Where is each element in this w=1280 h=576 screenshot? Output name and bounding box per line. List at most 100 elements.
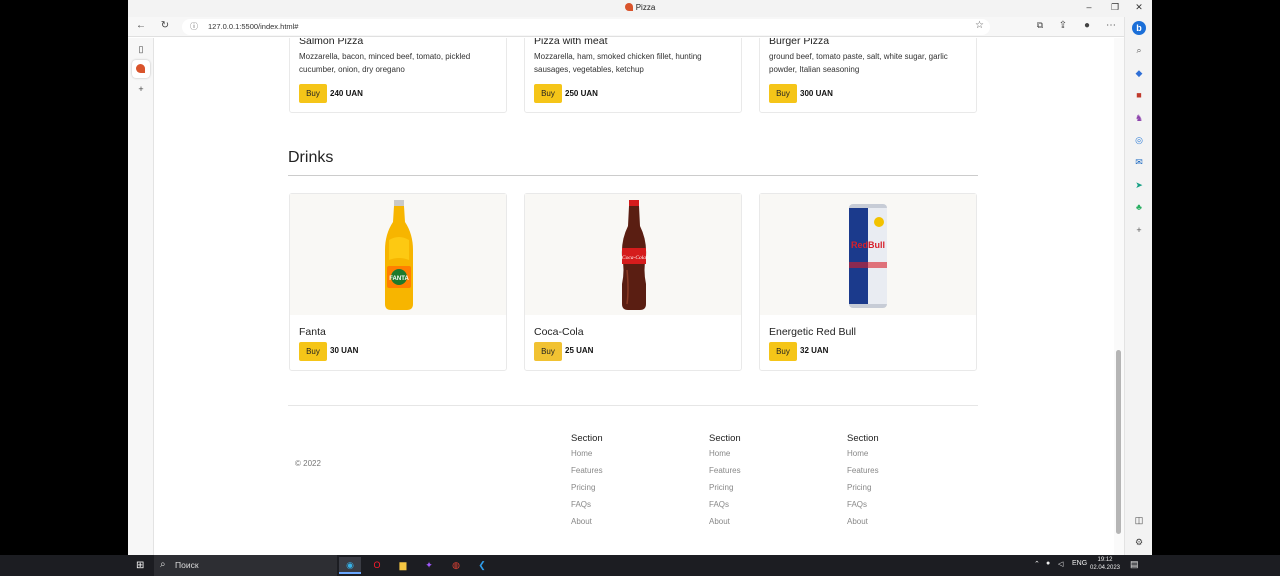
buy-button[interactable]: Buy: [769, 84, 797, 103]
buy-button[interactable]: Buy: [534, 342, 562, 361]
outlook-icon[interactable]: ✉: [1132, 155, 1146, 169]
footer-link-features[interactable]: Features: [847, 466, 967, 483]
minimize-button[interactable]: –: [1082, 2, 1096, 12]
page-scrollbar[interactable]: [1114, 38, 1124, 555]
chrome-app-icon[interactable]: ◍: [445, 557, 467, 574]
footer-link-home[interactable]: Home: [709, 449, 829, 466]
taskbar-clock[interactable]: 19:12 02.04.2023: [1088, 556, 1122, 572]
buy-button[interactable]: Buy: [299, 342, 327, 361]
figma-app-icon[interactable]: ✦: [418, 557, 440, 574]
footer-link-faqs[interactable]: FAQs: [709, 500, 829, 517]
add-sidebar-app-icon[interactable]: +: [1132, 223, 1146, 237]
microphone-icon[interactable]: ●: [1046, 560, 1050, 567]
pizza-favicon-icon: [624, 3, 633, 11]
vscode-app-icon[interactable]: ❮: [471, 557, 493, 574]
copyright-text: © 2022: [295, 459, 321, 468]
product-description: Mozzarella, bacon, minced beef, tomato, …: [299, 52, 471, 74]
clock-time: 19:12: [1097, 557, 1113, 563]
buy-button[interactable]: Buy: [534, 84, 562, 103]
bing-chat-icon[interactable]: b: [1132, 21, 1146, 35]
product-card: Coca-Cola Coca-Cola Buy 25 UAN: [524, 193, 742, 371]
search-placeholder: Поиск: [175, 560, 199, 570]
product-image-coca-cola: Coca-Cola: [525, 194, 741, 315]
product-name: Fanta: [299, 326, 326, 338]
games-icon[interactable]: ♞: [1132, 111, 1146, 125]
settings-more-button[interactable]: ⋯: [1104, 20, 1118, 31]
footer-link-pricing[interactable]: Pricing: [709, 483, 829, 500]
product-price: 25 UAN: [565, 346, 594, 355]
close-button[interactable]: ✕: [1132, 2, 1146, 13]
section-divider: [288, 175, 978, 176]
buy-button[interactable]: Buy: [769, 342, 797, 361]
tools-icon[interactable]: ■: [1132, 88, 1146, 102]
tree-icon[interactable]: ♣: [1132, 200, 1146, 214]
windows-start-icon[interactable]: ⊞: [136, 560, 144, 571]
tab-actions-menu-icon[interactable]: ▯: [135, 44, 147, 55]
product-name: Pizza with meat: [534, 38, 608, 47]
notifications-icon[interactable]: ▤: [1130, 559, 1139, 570]
vertical-tab-strip: ▯ +: [128, 38, 154, 555]
sidebar-layout-icon[interactable]: ◫: [1132, 513, 1146, 527]
address-bar[interactable]: ⓘ 127.0.0.1:5500/index.html# ☆: [182, 19, 990, 35]
buy-button[interactable]: Buy: [299, 84, 327, 103]
svg-text:Coca-Cola: Coca-Cola: [622, 255, 646, 261]
footer-link-home[interactable]: Home: [847, 449, 967, 466]
footer-link-faqs[interactable]: FAQs: [847, 500, 967, 517]
footer-link-about[interactable]: About: [571, 517, 691, 534]
favorite-star-icon[interactable]: ☆: [975, 20, 984, 31]
collections-icon[interactable]: ⧉: [1033, 20, 1047, 31]
fanta-bottle-icon: FANTA: [385, 200, 413, 310]
file-explorer-icon[interactable]: ▆: [392, 557, 414, 574]
refresh-button[interactable]: ↻: [158, 20, 172, 31]
url-text[interactable]: 127.0.0.1:5500/index.html#: [208, 22, 298, 31]
product-description: Mozzarella, ham, smoked chicken fillet, …: [534, 52, 702, 74]
site-info-icon[interactable]: ⓘ: [190, 21, 198, 32]
language-indicator[interactable]: ENG: [1072, 560, 1087, 567]
scrollbar-thumb[interactable]: [1116, 350, 1121, 534]
restore-button[interactable]: ❐: [1108, 2, 1122, 13]
footer-link-pricing[interactable]: Pricing: [847, 483, 967, 500]
browser-window: Pizza – ❐ ✕ ← ↻ ⓘ 127.0.0.1:5500/index.h…: [128, 0, 1152, 555]
shopping-tag-icon[interactable]: ◆: [1132, 66, 1146, 80]
taskbar-search-box[interactable]: ⌕ Поиск: [154, 555, 337, 576]
search-icon[interactable]: ⌕: [1132, 43, 1146, 57]
footer-column: Section Home Features Pricing FAQs About: [709, 433, 829, 534]
sidebar-settings-gear-icon[interactable]: ⚙: [1132, 535, 1146, 549]
product-name: Salmon Pizza: [299, 38, 364, 47]
product-name: Burger Pizza: [769, 38, 830, 47]
window-title: Pizza: [128, 3, 1152, 12]
volume-icon[interactable]: ◁: [1058, 560, 1063, 568]
product-image-fanta: FANTA: [290, 194, 506, 315]
red-bull-can-icon: RedBull: [849, 204, 887, 308]
tab-actions-icon[interactable]: ⇪: [1056, 20, 1070, 31]
product-card: Salmon Pizza Mozzarella, bacon, minced b…: [289, 38, 507, 113]
footer-column-title: Section: [709, 433, 741, 444]
new-tab-icon[interactable]: +: [135, 84, 147, 94]
footer-divider: [288, 405, 978, 406]
svg-text:FANTA: FANTA: [389, 276, 409, 282]
footer-column: Section Home Features Pricing FAQs About: [571, 433, 691, 534]
profile-icon[interactable]: ●: [1080, 20, 1094, 31]
footer-link-about[interactable]: About: [847, 517, 967, 534]
edge-sidebar: b ⌕ ◆ ■ ♞ ◎ ✉ ➤ ♣ + ◫ ⚙: [1124, 17, 1152, 555]
opera-app-icon[interactable]: O: [366, 557, 388, 574]
browser-toolbar: ← ↻ ⓘ 127.0.0.1:5500/index.html# ☆ ⧉ ⇪ ●…: [128, 17, 1152, 37]
footer-link-features[interactable]: Features: [571, 466, 691, 483]
footer-link-pricing[interactable]: Pricing: [571, 483, 691, 500]
tray-overflow-icon[interactable]: ⌃: [1034, 560, 1040, 568]
footer-link-home[interactable]: Home: [571, 449, 691, 466]
footer-link-about[interactable]: About: [709, 517, 829, 534]
footer-column-title: Section: [571, 433, 603, 444]
product-price: 300 UAN: [800, 89, 833, 98]
product-card: Burger Pizza ground beef, tomato paste, …: [759, 38, 977, 113]
back-button[interactable]: ←: [134, 20, 148, 31]
window-title-text: Pizza: [635, 3, 656, 12]
tab-pizza[interactable]: [132, 60, 150, 78]
footer-link-faqs[interactable]: FAQs: [571, 500, 691, 517]
edge-app-icon[interactable]: ◉: [339, 557, 361, 574]
microsoft-365-icon[interactable]: ◎: [1132, 133, 1146, 147]
footer-link-features[interactable]: Features: [709, 466, 829, 483]
drop-icon[interactable]: ➤: [1132, 178, 1146, 192]
product-name: Energetic Red Bull: [769, 326, 856, 338]
product-price: 32 UAN: [800, 346, 829, 355]
